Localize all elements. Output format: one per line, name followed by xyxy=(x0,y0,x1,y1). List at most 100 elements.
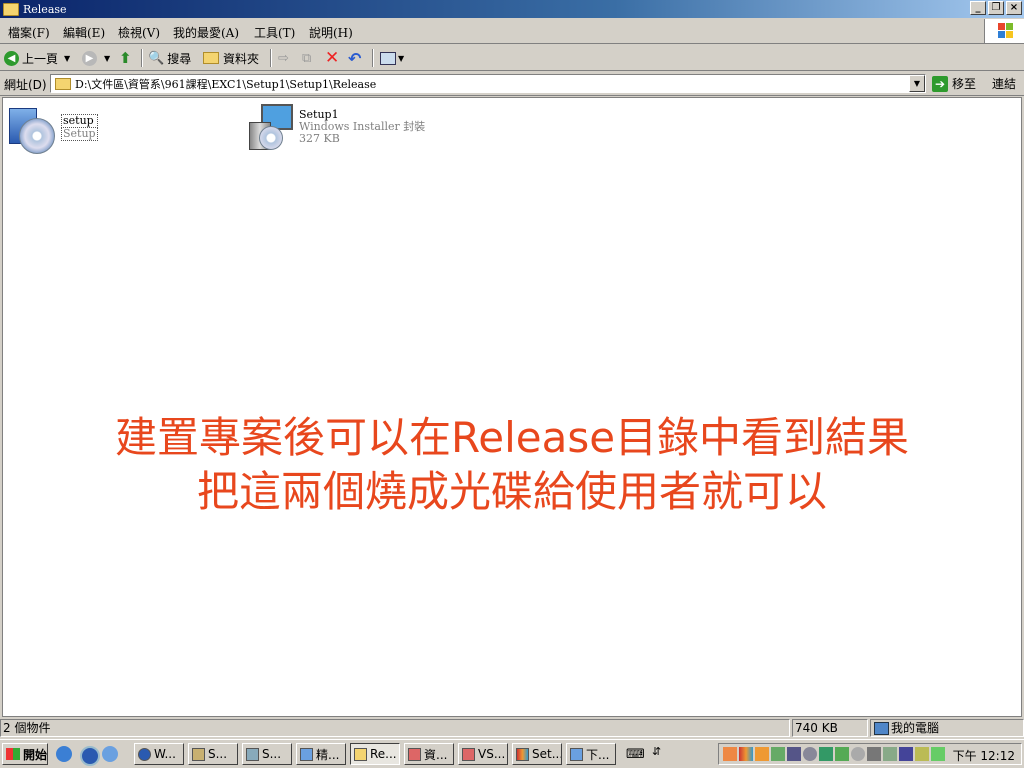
msi-package-icon xyxy=(245,104,295,152)
taskbar-task-active[interactable]: Re... xyxy=(350,743,400,765)
up-folder-icon[interactable]: ⬆ xyxy=(119,48,132,68)
status-bar: 2 個物件 740 KB 我的電腦 xyxy=(0,718,1024,738)
tray-icon[interactable] xyxy=(835,747,849,761)
move-to-icon[interactable]: ⇨ xyxy=(278,48,289,68)
task-label: W... xyxy=(154,747,176,761)
clock[interactable]: 下午 12:12 xyxy=(953,747,1015,764)
outlook-icon[interactable] xyxy=(102,746,118,762)
views-icon xyxy=(380,51,396,65)
search-label: 搜尋 xyxy=(167,51,192,66)
close-button[interactable]: × xyxy=(1006,1,1022,15)
tray-icon[interactable] xyxy=(755,747,769,761)
tray-icon[interactable] xyxy=(851,747,865,761)
tray-icon[interactable] xyxy=(883,747,897,761)
file-item-setup1[interactable]: Setup1 Windows Installer 封裝 327 KB xyxy=(245,104,425,152)
keyboard-icon[interactable]: ⌨ xyxy=(626,747,645,762)
language-bar-icon[interactable]: ⇵ xyxy=(652,745,661,758)
tray-icon[interactable] xyxy=(739,747,753,761)
address-input[interactable]: D:\文件區\資管系\961課程\EXC1\Setup1\Setup1\Rele… xyxy=(50,74,926,93)
address-path: D:\文件區\資管系\961課程\EXC1\Setup1\Setup1\Rele… xyxy=(75,77,377,91)
status-location-label: 我的電腦 xyxy=(891,721,940,735)
chevron-down-icon[interactable]: ▼ xyxy=(104,54,110,63)
address-label: 網址(D) xyxy=(4,78,47,92)
taskbar-task[interactable]: 精... xyxy=(296,743,346,765)
go-arrow-icon: ➔ xyxy=(932,75,948,92)
task-label: Set... xyxy=(532,747,562,761)
annotation-line-2: 把這兩個燒成光碟給使用者就可以 xyxy=(196,467,827,516)
app-icon xyxy=(246,747,259,761)
task-label: S... xyxy=(262,747,282,761)
chevron-down-icon[interactable]: ▼ xyxy=(64,54,70,63)
media-player-icon[interactable] xyxy=(80,746,100,766)
folders-button[interactable]: 資料夾 xyxy=(203,48,259,68)
undo-icon[interactable]: ↶ xyxy=(348,48,361,68)
tray-icon[interactable] xyxy=(867,747,881,761)
folder-icon xyxy=(354,747,367,761)
tray-icon[interactable] xyxy=(787,747,801,761)
window-title: Release xyxy=(23,2,67,16)
tray-icon[interactable] xyxy=(899,747,913,761)
menu-edit[interactable]: 編輯(E) xyxy=(63,24,105,41)
app-icon xyxy=(138,747,151,761)
tray-icon[interactable] xyxy=(771,747,785,761)
file-item-setup[interactable]: setup Setup xyxy=(7,104,98,154)
go-button[interactable]: ➔ 移至 xyxy=(932,75,976,92)
toolbar-separator xyxy=(270,49,272,67)
system-tray: 下午 12:12 xyxy=(718,743,1022,765)
status-size: 740 KB xyxy=(792,719,868,737)
app-icon xyxy=(300,747,313,761)
minimize-button[interactable]: _ xyxy=(970,1,986,15)
tray-icon[interactable] xyxy=(915,747,929,761)
toolbar-separator xyxy=(372,49,374,67)
taskbar-task[interactable]: Set... xyxy=(512,743,562,765)
ie-icon[interactable] xyxy=(56,746,72,762)
address-dropdown-button[interactable]: ▼ xyxy=(909,75,925,92)
taskbar-task[interactable]: S... xyxy=(242,743,292,765)
taskbar-task[interactable]: VS... xyxy=(458,743,508,765)
app-icon xyxy=(192,747,205,761)
search-button[interactable]: 🔍 搜尋 xyxy=(148,48,191,68)
toolbar-separator xyxy=(141,49,143,67)
menu-help[interactable]: 說明(H) xyxy=(309,24,353,41)
folders-label: 資料夾 xyxy=(223,51,260,66)
go-label: 移至 xyxy=(952,77,977,91)
status-object-count: 2 個物件 xyxy=(0,719,790,737)
task-label: 精... xyxy=(316,747,340,762)
delete-icon[interactable]: ✕ xyxy=(325,48,339,68)
status-location: 我的電腦 xyxy=(870,719,1024,737)
menu-file[interactable]: 檔案(F) xyxy=(8,24,50,41)
app-icon xyxy=(408,747,421,761)
taskbar-task[interactable]: S... xyxy=(188,743,238,765)
restore-button[interactable]: ❐ xyxy=(988,1,1004,15)
tray-icon[interactable] xyxy=(723,747,737,761)
app-icon xyxy=(570,747,583,761)
folder-icon xyxy=(55,77,71,90)
windows-logo-icon xyxy=(984,19,1024,43)
search-icon: 🔍 xyxy=(148,50,165,66)
views-button[interactable]: ▼ xyxy=(380,48,404,68)
taskbar-task[interactable]: 下... xyxy=(566,743,616,765)
folder-icon xyxy=(3,2,19,16)
menu-view[interactable]: 檢視(V) xyxy=(118,24,160,41)
back-button[interactable]: ◀ 上一頁 ▼ xyxy=(4,48,70,68)
start-label: 開始 xyxy=(23,747,48,762)
file-size: 327 KB xyxy=(299,132,340,145)
menu-favorites[interactable]: 我的最愛(A) xyxy=(173,24,239,41)
tray-icon[interactable] xyxy=(819,747,833,761)
tray-icon[interactable] xyxy=(803,747,817,761)
tray-icon[interactable] xyxy=(931,747,945,761)
title-bar[interactable]: Release _ ❐ × xyxy=(0,0,1024,18)
taskbar-task[interactable]: W... xyxy=(134,743,184,765)
links-button[interactable]: 連結 xyxy=(992,75,1016,92)
file-name: setup xyxy=(61,114,98,128)
copy-to-icon[interactable]: ⧉ xyxy=(302,48,311,68)
forward-button[interactable]: ▶ ▼ xyxy=(82,48,110,68)
menu-tools[interactable]: 工具(T) xyxy=(254,24,295,41)
back-label: 上一頁 xyxy=(22,51,59,66)
window-controls: _ ❐ × xyxy=(970,1,1022,15)
folder-icon xyxy=(203,52,219,64)
file-list-view[interactable]: setup Setup Setup1 Windows Installer 封裝 … xyxy=(2,97,1022,717)
taskbar-task[interactable]: 資... xyxy=(404,743,454,765)
task-label: Re... xyxy=(370,747,397,761)
start-button[interactable]: 開始 xyxy=(2,743,48,765)
